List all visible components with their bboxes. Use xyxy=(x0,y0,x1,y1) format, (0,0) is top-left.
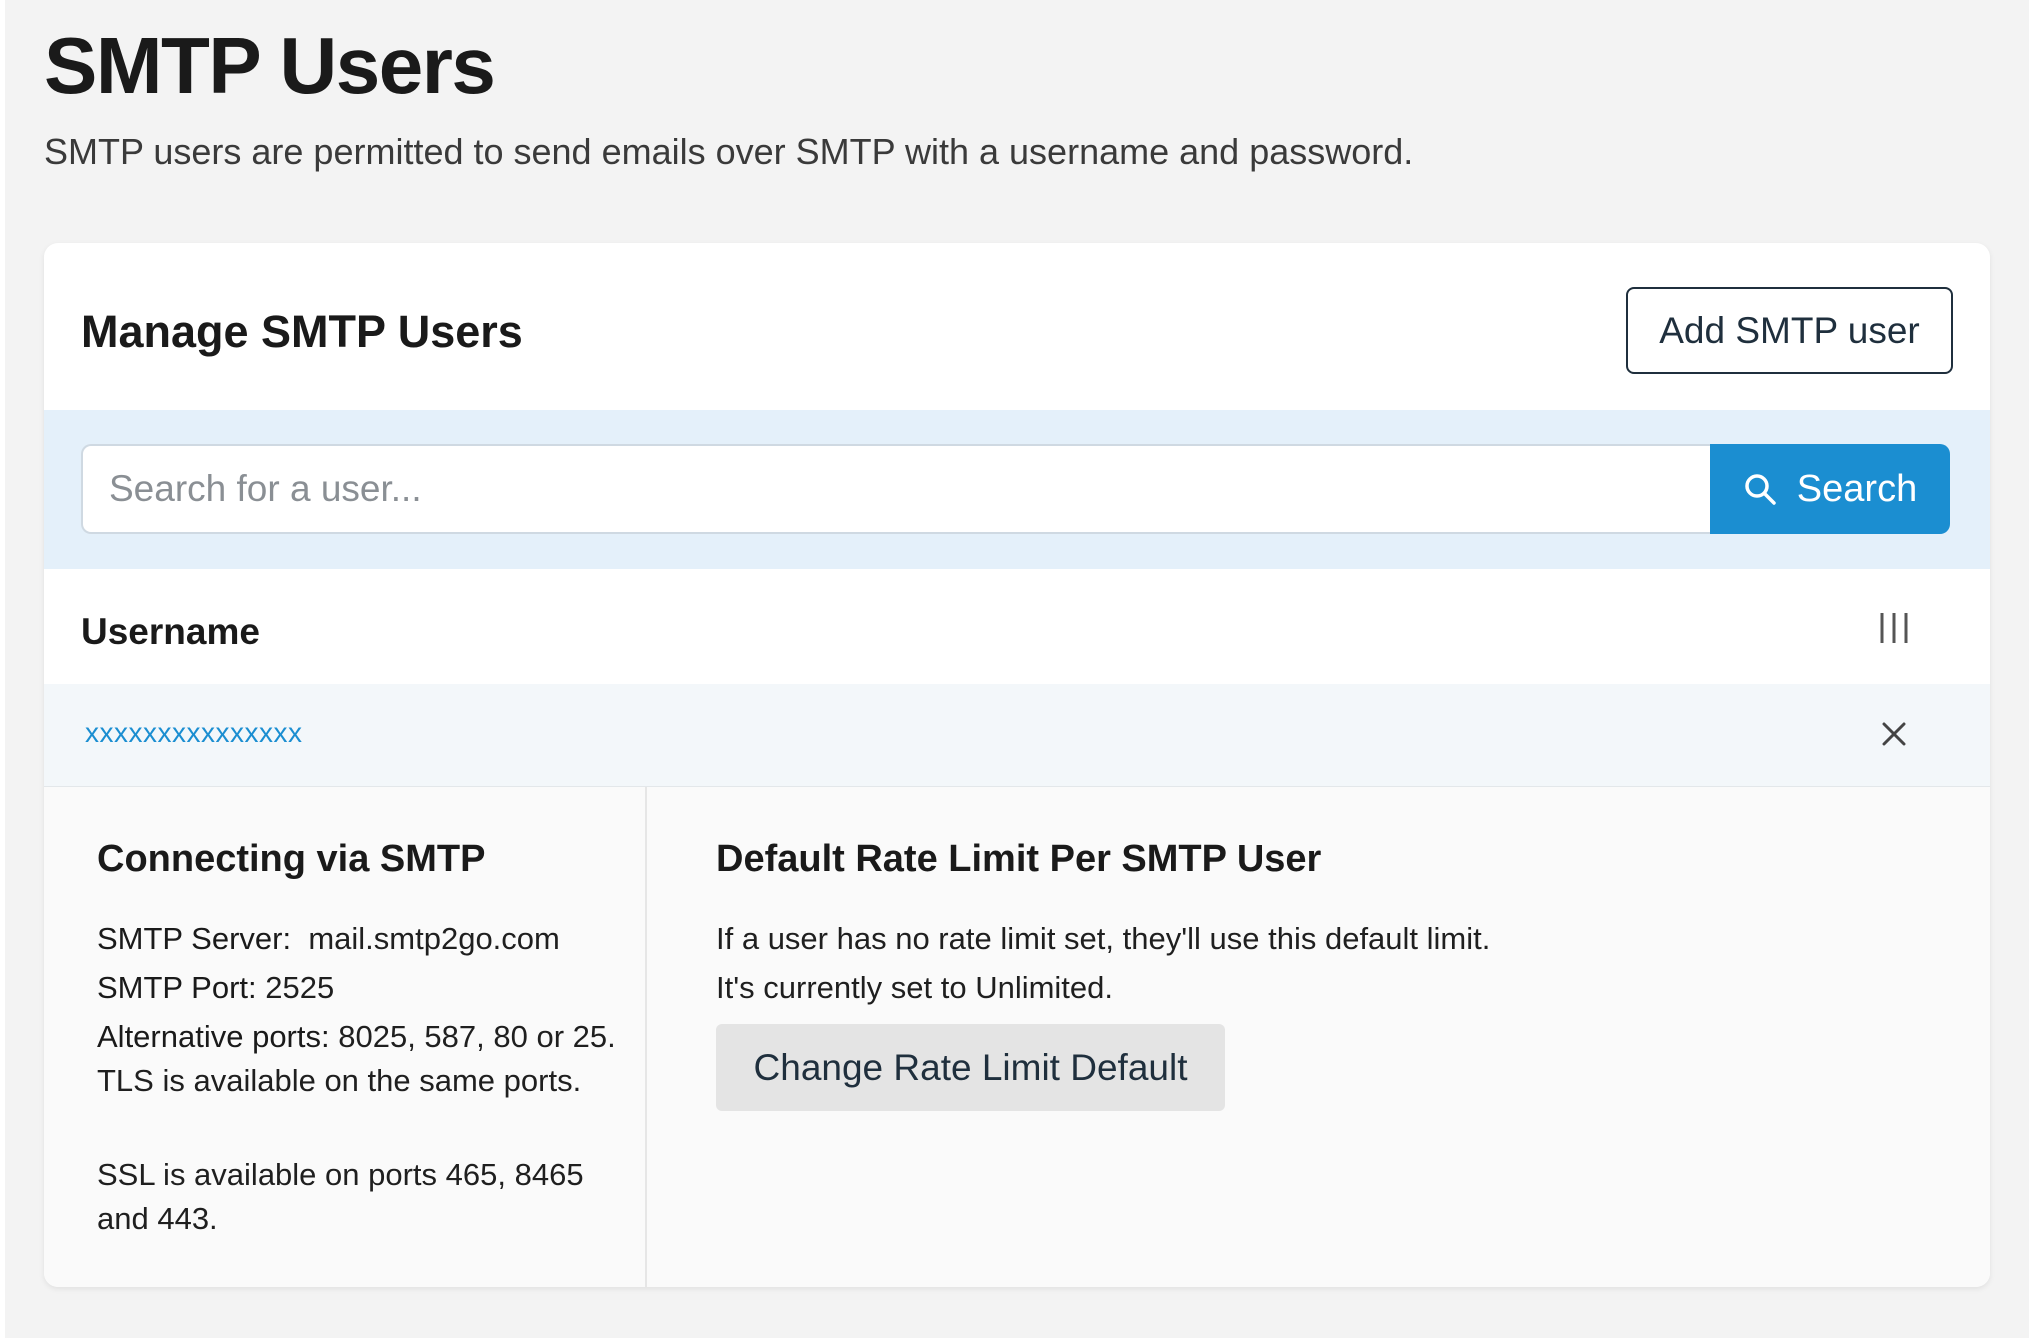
table-header: Username xyxy=(44,569,1990,684)
alternative-ports: Alternative ports: 8025, 587, 80 or 25. … xyxy=(97,1015,617,1103)
add-smtp-user-button[interactable]: Add SMTP user xyxy=(1626,287,1953,374)
page: SMTP Users SMTP users are permitted to s… xyxy=(0,0,2029,1338)
change-rate-limit-default-button[interactable]: Change Rate Limit Default xyxy=(716,1024,1225,1111)
close-icon[interactable] xyxy=(1880,720,1908,748)
rate-limit-current-prefix: It's currently set to xyxy=(716,970,967,1005)
page-title: SMTP Users xyxy=(44,21,496,110)
connection-title: Connecting via SMTP xyxy=(97,838,486,880)
rate-limit-description: If a user has no rate limit set, they'll… xyxy=(716,921,1491,956)
table-row: xxxxxxxxxxxxxxx xyxy=(44,684,1990,787)
columns-icon[interactable] xyxy=(1876,611,1912,645)
rate-limit-title: Default Rate Limit Per SMTP User xyxy=(716,838,1322,880)
manage-smtp-users-card: Manage SMTP Users Add SMTP user Search U… xyxy=(44,243,1990,1287)
column-divider xyxy=(645,787,647,1287)
rate-limit-current: It's currently set to Unlimited. xyxy=(716,970,1113,1006)
search-button-label: Search xyxy=(1796,467,1918,510)
ssl-info: SSL is available on ports 465, 8465 and … xyxy=(97,1157,584,1236)
page-subtitle: SMTP users are permitted to send emails … xyxy=(44,131,1414,172)
search-icon xyxy=(1743,472,1777,506)
smtp-server-label: SMTP Server: xyxy=(97,921,292,956)
smtp-port-value: 2525 xyxy=(265,970,335,1005)
smtp-port-label: SMTP Port: xyxy=(97,970,257,1005)
rate-limit-current-value: Unlimited xyxy=(975,970,1105,1005)
search-input[interactable] xyxy=(81,444,1711,534)
column-header-username: Username xyxy=(81,611,260,652)
smtp-port-line: SMTP Port: 2525 xyxy=(97,966,334,1010)
rate-limit-current-suffix: . xyxy=(1104,970,1114,1005)
username-link[interactable]: xxxxxxxxxxxxxxx xyxy=(85,717,303,749)
smtp-server-value: mail.smtp2go.com xyxy=(308,921,560,956)
user-details-panel: Connecting via SMTP SMTP Server: mail.sm… xyxy=(44,787,1990,1287)
window-edge xyxy=(0,0,5,1338)
search-bar: Search xyxy=(44,410,1990,569)
card-title: Manage SMTP Users xyxy=(81,306,523,357)
smtp-server-line: SMTP Server: mail.smtp2go.com xyxy=(97,917,560,961)
search-button[interactable]: Search xyxy=(1710,444,1950,534)
alternative-ports-label: Alternative ports: xyxy=(97,1019,330,1054)
